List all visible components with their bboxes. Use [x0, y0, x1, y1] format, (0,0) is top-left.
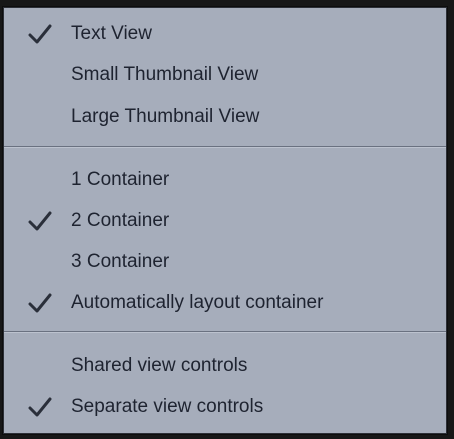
- checkmark-icon: [28, 293, 52, 313]
- menu-item-2-container[interactable]: 2 Container: [4, 201, 446, 241]
- menu-item-label: Shared view controls: [71, 355, 248, 376]
- menu-separator: [4, 331, 446, 333]
- menu-item-separate-view-controls[interactable]: Separate view controls: [4, 387, 446, 427]
- menu-item-small-thumbnail-view[interactable]: Small Thumbnail View: [4, 55, 446, 95]
- screen: Text View Small Thumbnail View Large Thu…: [0, 0, 454, 439]
- menu-item-label: 3 Container: [71, 251, 170, 272]
- menu-item-label: 2 Container: [71, 210, 170, 231]
- checkmark-icon: [28, 24, 52, 44]
- menu-item-3-container[interactable]: 3 Container: [4, 242, 446, 282]
- view-options-menu: Text View Small Thumbnail View Large Thu…: [3, 7, 447, 434]
- menu-item-label: Text View: [71, 23, 152, 44]
- menu-item-label: Small Thumbnail View: [71, 64, 259, 85]
- menu-item-label: Large Thumbnail View: [71, 106, 260, 127]
- menu-item-label: Automatically layout container: [71, 292, 324, 313]
- menu-separator: [4, 146, 446, 148]
- menu-item-automatically-layout-container[interactable]: Automatically layout container: [4, 283, 446, 323]
- menu-item-large-thumbnail-view[interactable]: Large Thumbnail View: [4, 97, 446, 137]
- checkmark-icon: [28, 211, 52, 231]
- checkmark-icon: [28, 397, 52, 417]
- menu-item-label: Separate view controls: [71, 396, 264, 417]
- menu-item-label: 1 Container: [71, 169, 170, 190]
- menu-item-text-view[interactable]: Text View: [4, 14, 446, 54]
- menu-item-1-container[interactable]: 1 Container: [4, 160, 446, 200]
- menu-item-shared-view-controls[interactable]: Shared view controls: [4, 346, 446, 386]
